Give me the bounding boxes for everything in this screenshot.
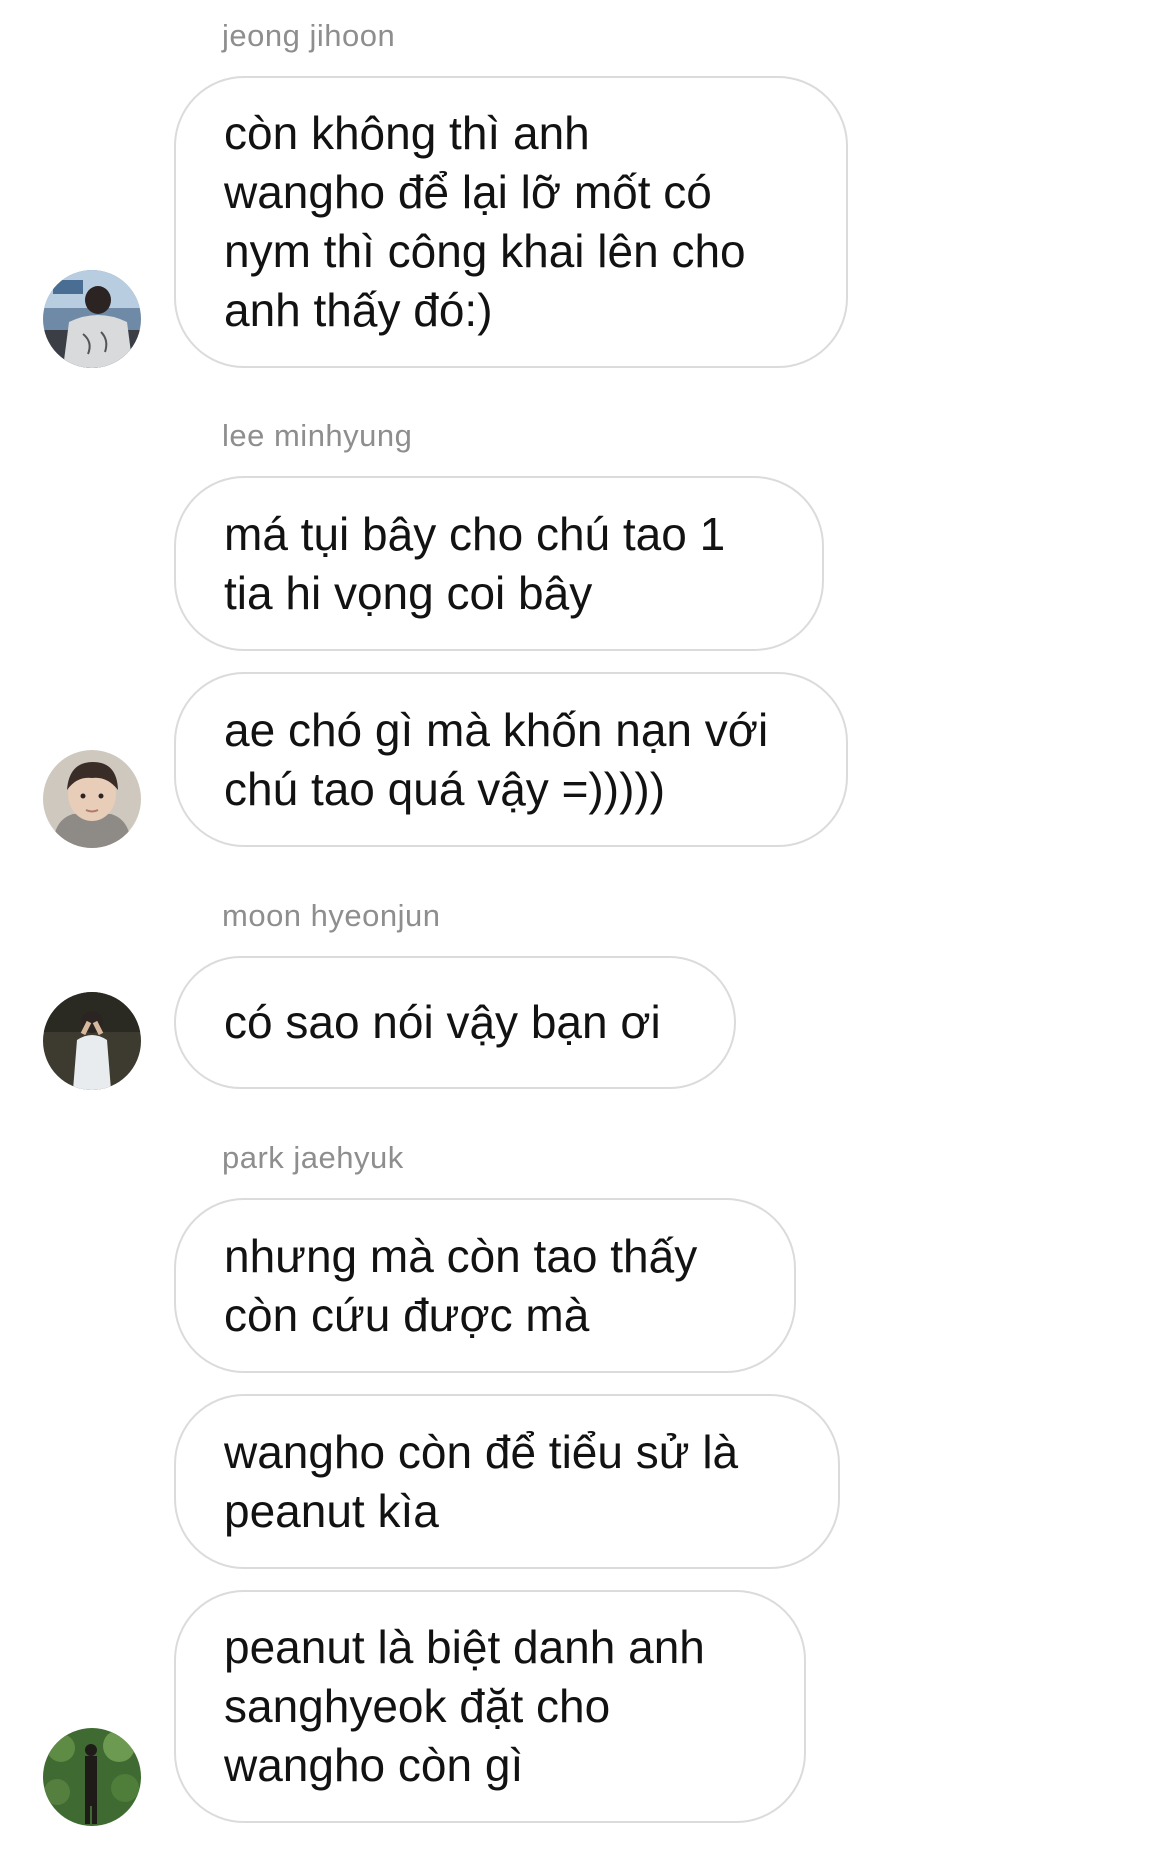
user-avatar-icon[interactable] (43, 992, 141, 1090)
sender-name: jeong jihoon (222, 18, 396, 53)
message-bubble[interactable]: có sao nói vậy bạn ơi (174, 956, 736, 1089)
sender-name: lee minhyung (222, 418, 413, 453)
sender-name: moon hyeonjun (222, 898, 441, 933)
user-avatar-icon[interactable] (43, 750, 141, 848)
message-bubble[interactable]: nhưng mà còn tao thấy còn cứu được mà (174, 1198, 796, 1373)
user-avatar-icon[interactable] (43, 1728, 141, 1826)
sender-name: park jaehyuk (222, 1140, 404, 1175)
user-avatar-icon[interactable] (43, 270, 141, 368)
message-bubble[interactable]: còn không thì anh wangho để lại lỡ mốt c… (174, 76, 848, 368)
message-bubble[interactable]: wangho còn để tiểu sử là peanut kìa (174, 1394, 840, 1569)
message-bubble[interactable]: ae chó gì mà khốn nạn với chú tao quá vậ… (174, 672, 848, 847)
message-bubble[interactable]: má tụi bây cho chú tao 1 tia hi vọng coi… (174, 476, 824, 651)
message-bubble[interactable]: peanut là biệt danh anh sanghyeok đặt ch… (174, 1590, 806, 1823)
